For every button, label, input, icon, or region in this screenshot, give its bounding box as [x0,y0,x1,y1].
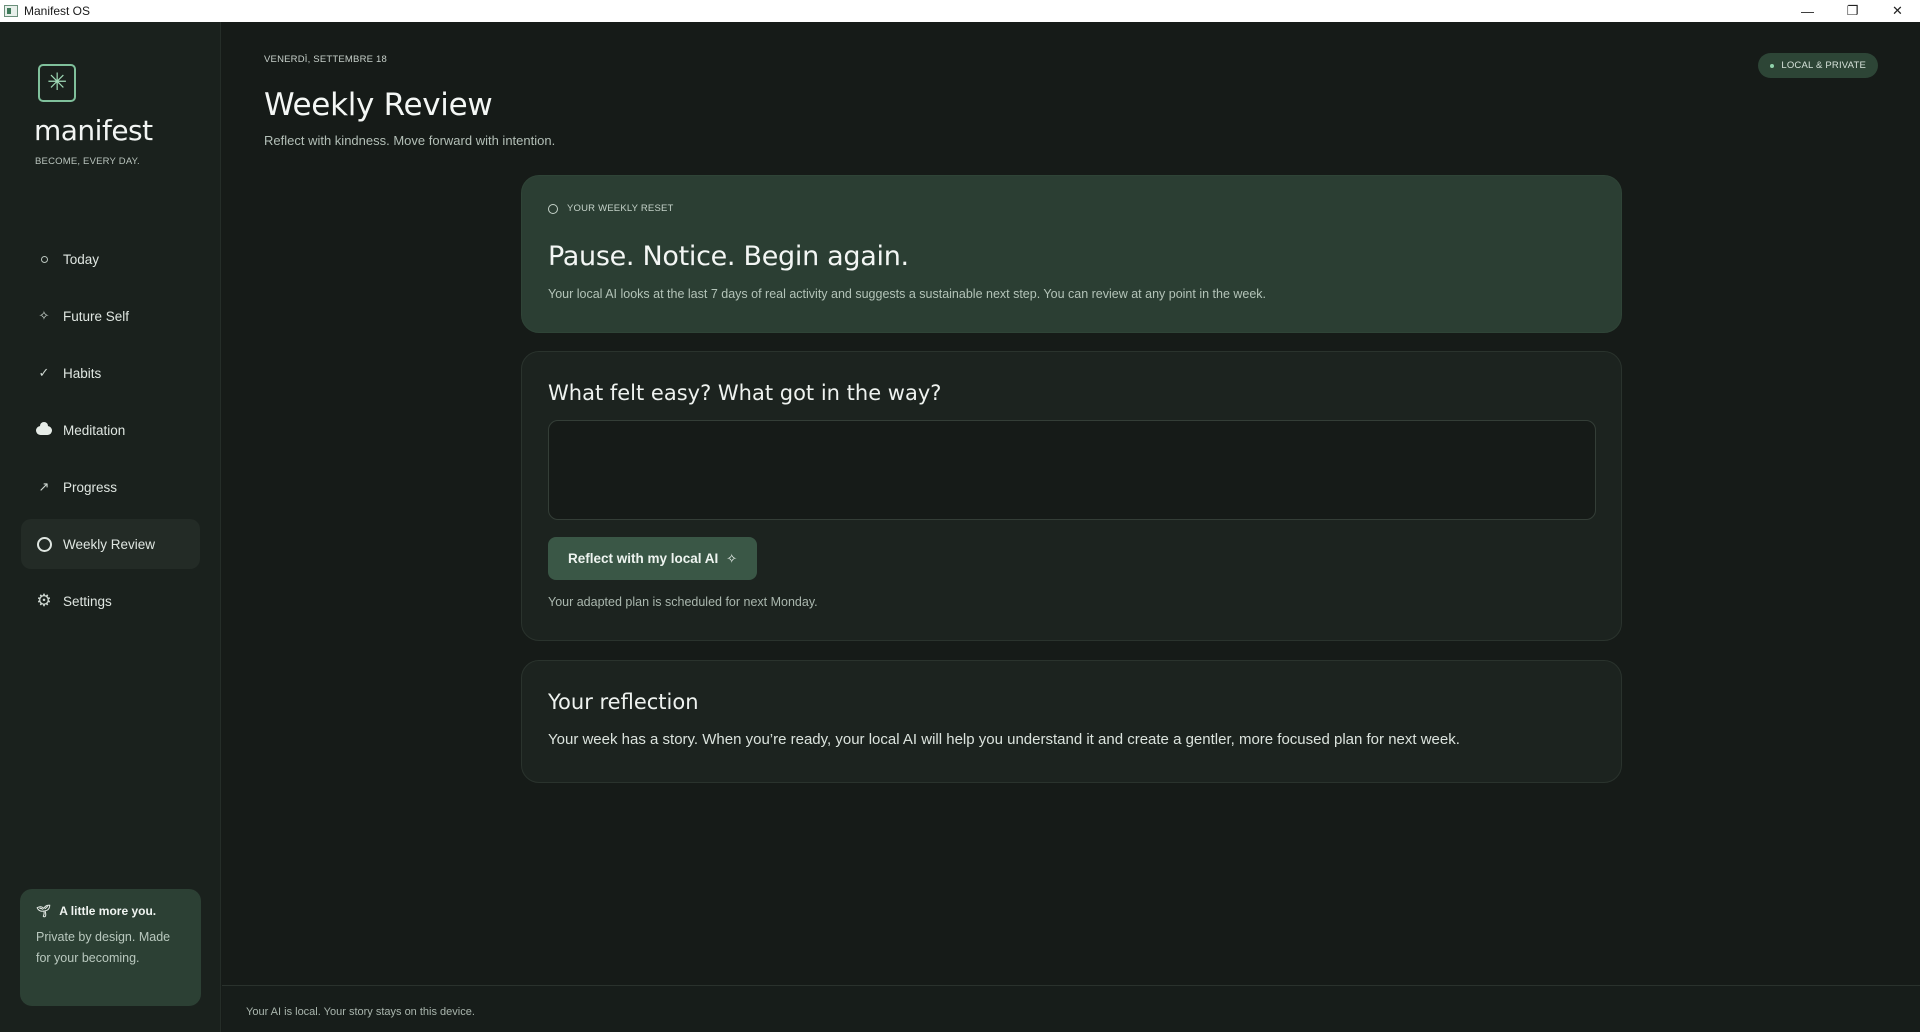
sidebar-item-label: Meditation [63,422,126,438]
promo-body: Private by design. Made for your becomin… [36,930,171,965]
main-content: VENERDÌ, SETTEMBRE 18 Weekly Review Refl… [222,22,1920,1032]
reflection-title: Your reflection [548,690,699,714]
sidebar-item-meditation[interactable]: Meditation [21,405,200,455]
sidebar-item-progress[interactable]: ↗ Progress [21,462,200,512]
close-button[interactable]: ✕ [1875,0,1920,22]
gear-icon: ⚙ [36,591,52,610]
window-titlebar: Manifest OS — ❐ ✕ [0,0,1920,22]
footer-text: Your AI is local. Your story stays on th… [246,1006,475,1018]
button-label: Reflect with my local AI [568,551,719,566]
weekly-reset-card: YOUR WEEKLY RESET Pause. Notice. Begin a… [521,175,1622,333]
asterisk-logo-icon: ✳ [38,64,76,102]
window-title: Manifest OS [24,4,91,18]
check-icon: ✓ [38,365,50,380]
prompt-question: What felt easy? What got in the way? [548,381,942,405]
reflection-input[interactable] [548,420,1596,520]
sidebar-item-weekly-review[interactable]: Weekly Review [21,519,200,569]
sidebar-item-label: Weekly Review [63,536,156,552]
sidebar-item-future-self[interactable]: ✧ Future Self [21,291,200,341]
current-date: VENERDÌ, SETTEMBRE 18 [264,54,387,65]
sidebar-item-label: Settings [63,593,112,609]
your-reflection-card: Your reflection Your week has a story. W… [521,660,1622,783]
sidebar-item-label: Today [63,251,100,267]
card-description: Your local AI looks at the last 7 days o… [548,287,1267,301]
circle-dot-icon [35,250,53,268]
cloud-icon [35,421,53,439]
maximize-button[interactable]: ❐ [1830,0,1875,22]
minimize-button[interactable]: — [1785,0,1830,22]
sidebar-item-label: Progress [63,479,118,495]
sparkle-icon: ✧ [726,550,738,566]
privacy-badge: LOCAL & PRIVATE [1758,53,1878,78]
schedule-note: Your adapted plan is scheduled for next … [548,595,818,609]
sidebar-nav: Today ✧ Future Self ✓ Habits Meditation … [21,234,200,633]
arrow-up-right-icon: ↗ [38,479,50,494]
reflect-with-ai-button[interactable]: Reflect with my local AI ✧ [548,537,758,580]
ring-icon [548,203,558,214]
ring-icon [35,535,53,553]
brand-tagline: BECOME, EVERY DAY. [35,156,140,167]
privacy-badge-label: LOCAL & PRIVATE [1781,60,1866,71]
page-title: Weekly Review [264,87,493,123]
promo-card: 🌱︎ A little more you. Private by design.… [20,889,201,1006]
card-title: Pause. Notice. Begin again. [548,241,909,272]
sidebar-item-today[interactable]: Today [21,234,200,284]
footer: Your AI is local. Your story stays on th… [222,985,1920,1032]
sidebar-item-label: Habits [63,365,102,381]
sidebar: ✳ manifest BECOME, EVERY DAY. Today ✧ Fu… [0,22,221,1032]
page-subtitle: Reflect with kindness. Move forward with… [264,133,556,148]
reflection-prompt-card: What felt easy? What got in the way? Ref… [521,351,1622,641]
window-controls: — ❐ ✕ [1785,0,1920,22]
sidebar-item-label: Future Self [63,308,130,324]
sparkle-icon: ✧ [38,308,50,323]
app-icon [4,5,18,17]
status-dot-icon [1770,63,1775,68]
sidebar-item-settings[interactable]: ⚙ Settings [21,576,200,626]
reflection-body: Your week has a story. When you’re ready… [548,731,1460,748]
sidebar-item-habits[interactable]: ✓ Habits [21,348,200,398]
brand-name: manifest [34,114,153,147]
sprout-icon: 🌱︎ [36,904,52,918]
card-eyebrow: YOUR WEEKLY RESET [567,203,674,214]
promo-title: A little more you. [59,904,157,918]
